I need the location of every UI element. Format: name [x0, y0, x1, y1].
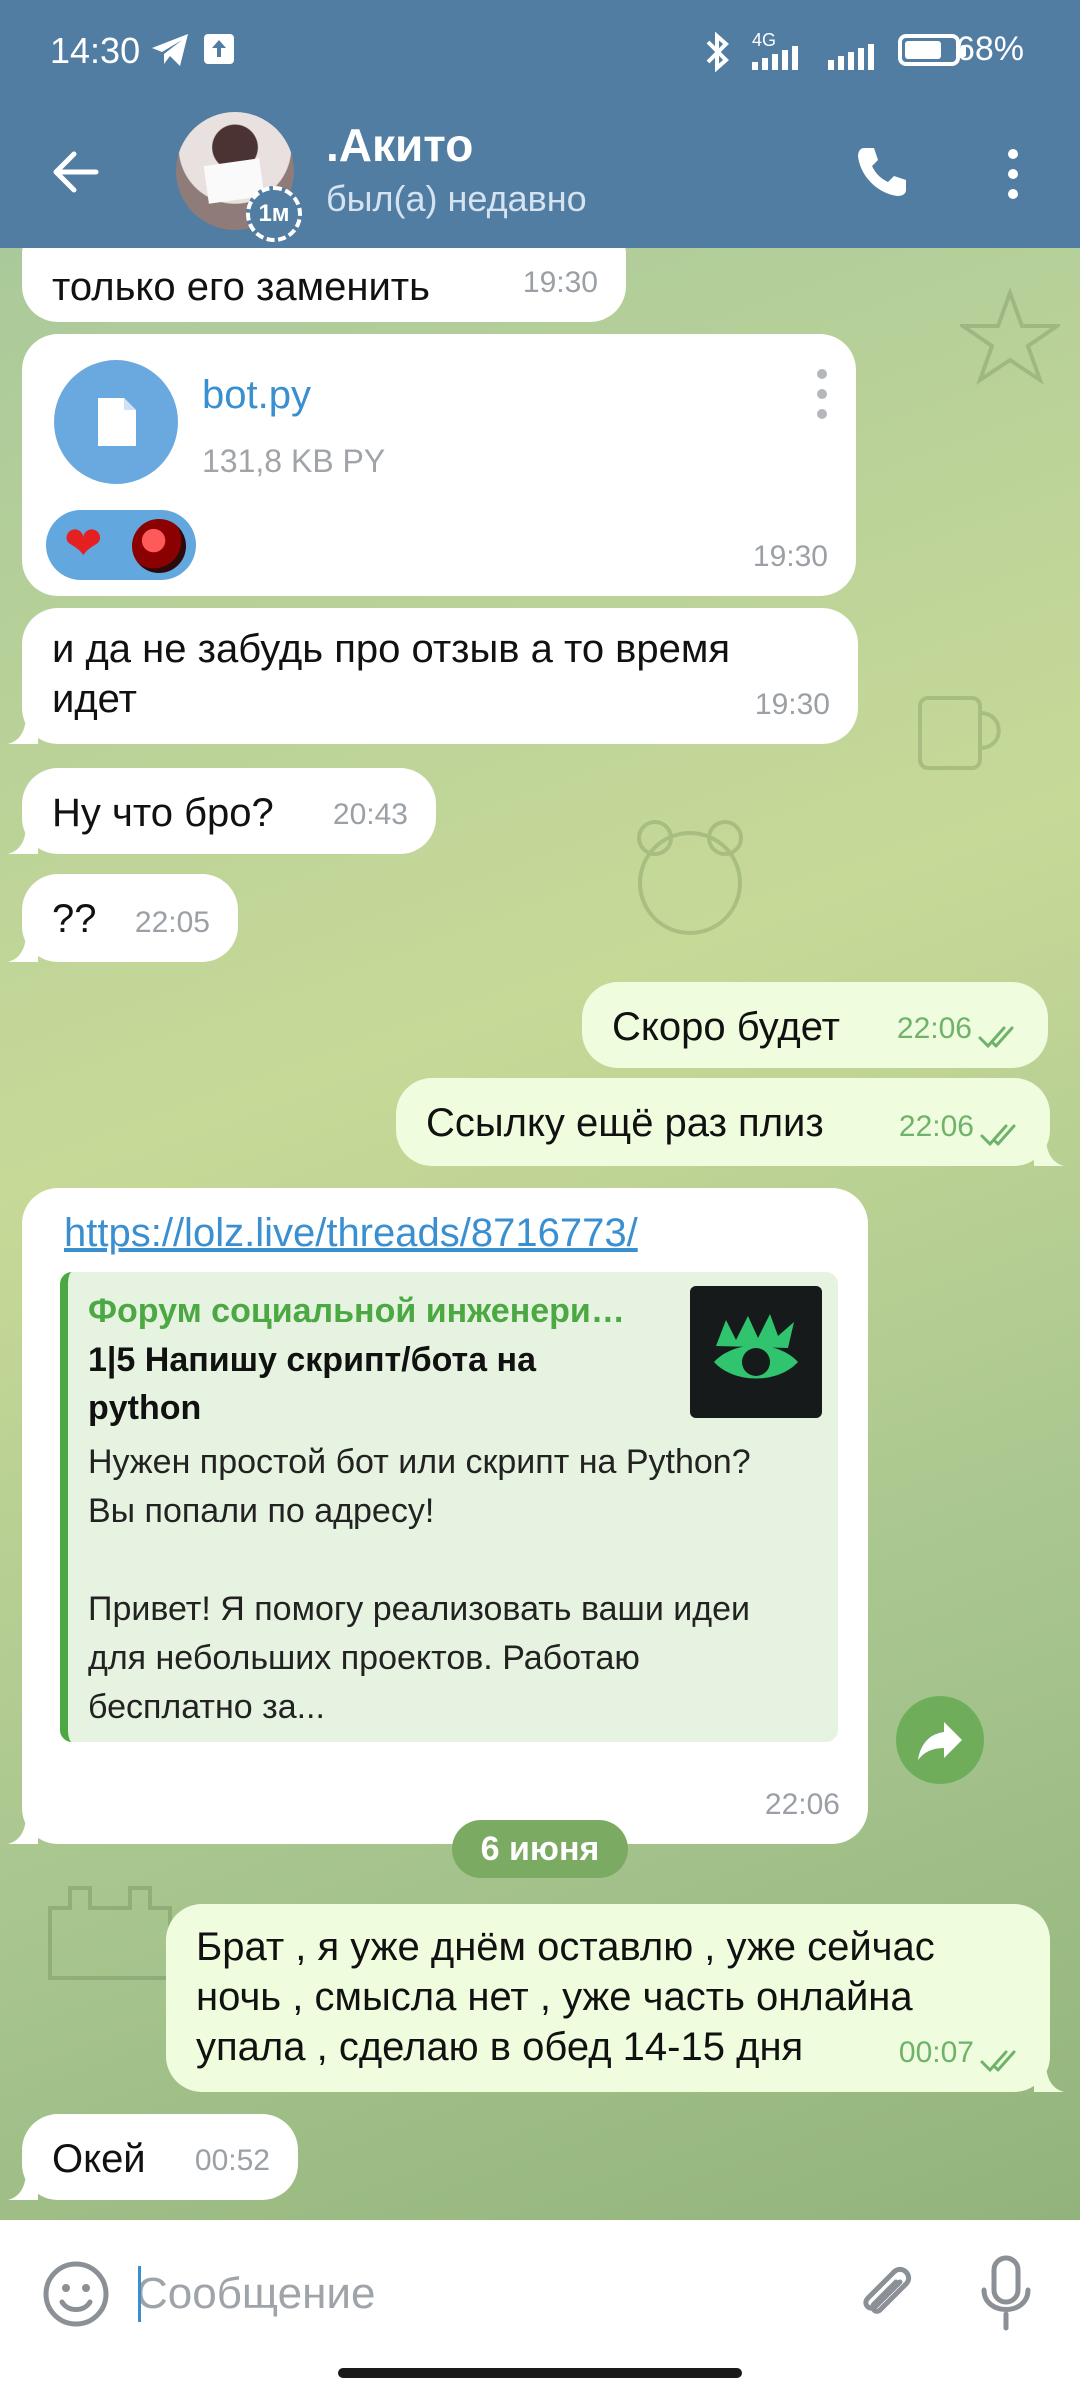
message-time: 19:30 — [522, 266, 598, 299]
read-checkmarks-icon — [980, 2050, 1016, 2073]
message-bubble-outgoing[interactable]: Скоро будет 22:06 — [582, 982, 1048, 1068]
bluetooth-icon — [706, 32, 729, 72]
date-separator: 6 июня — [452, 1820, 628, 1878]
wallpaper-star-icon — [960, 288, 1060, 385]
message-time: 22:06 — [898, 1110, 974, 1143]
top-bar: 14:30 4G 68% 1м .Акито был(а) недавно — [0, 0, 1080, 248]
signal-icon-2 — [828, 44, 874, 70]
message-input[interactable] — [136, 2246, 816, 2342]
bubble-tail — [1034, 2062, 1064, 2092]
battery-level: 68% — [955, 30, 1024, 68]
chat-area[interactable]: только его заменить 19:30 bot.py 131,8 K… — [0, 248, 1080, 2220]
message-time: 22:05 — [134, 906, 210, 939]
more-vertical-icon[interactable] — [810, 364, 834, 424]
read-checkmarks-icon — [980, 1124, 1016, 1147]
eye-logo-icon — [714, 1314, 798, 1379]
attach-icon[interactable] — [850, 2258, 922, 2330]
bubble-tail — [8, 714, 38, 744]
message-bubble[interactable]: только его заменить 19:30 — [22, 248, 626, 322]
heart-reaction: ❤ — [64, 517, 103, 569]
file-name[interactable]: bot.py — [202, 370, 311, 420]
message-time: 19:30 — [752, 540, 828, 573]
message-input-bar — [0, 2220, 1080, 2400]
message-bubble-outgoing[interactable]: Брат , я уже днём оставлю , уже сейчас н… — [166, 1904, 1064, 2092]
message-bubble[interactable]: и да не забудь про отзыв а то время идет… — [8, 608, 858, 744]
reaction-avatar — [132, 519, 186, 573]
wallpaper-cup-icon — [918, 696, 1001, 770]
signal-icon — [752, 46, 798, 70]
home-indicator[interactable] — [338, 2368, 742, 2378]
message-time: 22:06 — [896, 1012, 972, 1045]
bubble-tail — [8, 2170, 38, 2200]
message-bubble[interactable]: Ну что бро? 20:43 — [8, 768, 436, 854]
phone-icon[interactable] — [850, 140, 914, 204]
reaction-chip[interactable]: ❤ — [46, 510, 196, 580]
message-time: 00:07 — [898, 2036, 974, 2069]
message-time: 00:52 — [194, 2144, 270, 2177]
message-text: только его заменить — [52, 265, 430, 309]
message-time: 22:06 — [764, 1788, 840, 1821]
file-icon — [98, 398, 136, 446]
link-preview[interactable]: Форум социальной инженери… 1|5 Напишу ск… — [60, 1272, 838, 1742]
preview-description: Нужен простой бот или скрипт на Python? … — [88, 1443, 751, 1726]
telegram-icon — [152, 34, 188, 66]
mic-icon[interactable] — [976, 2254, 1036, 2334]
message-text: Брат , я уже днём оставлю , уже сейчас н… — [196, 1925, 935, 2069]
battery-icon — [898, 34, 966, 66]
upload-icon — [204, 34, 234, 64]
chat-status: был(а) недавно — [326, 178, 587, 219]
message-time: 19:30 — [754, 688, 830, 721]
message-text: и да не забудь про отзыв а то время идет — [52, 627, 731, 721]
preview-thumbnail — [690, 1286, 822, 1418]
file-size: 131,8 KB PY — [202, 443, 386, 479]
more-vertical-icon[interactable] — [990, 142, 1036, 206]
chat-title[interactable]: .Акито — [326, 118, 473, 172]
message-bubble-outgoing[interactable]: Ссылку ещё раз плиз 22:06 — [396, 1078, 1064, 1166]
status-bar: 14:30 4G 68% — [0, 0, 1080, 100]
wallpaper-castle-icon — [48, 1886, 172, 1980]
story-badge: 1м — [246, 186, 302, 242]
read-checkmarks-icon — [978, 1026, 1014, 1049]
bubble-tail — [8, 824, 38, 854]
link-message[interactable]: https://lolz.live/threads/8716773/ Форум… — [8, 1188, 868, 1844]
emoji-icon[interactable] — [40, 2258, 112, 2330]
bubble-tail — [8, 932, 38, 962]
preview-site-name: Форум социальной инженери… — [88, 1292, 625, 1330]
wallpaper-bear-icon — [637, 820, 743, 935]
text-caret — [138, 2266, 141, 2322]
bubble-tail — [1034, 1136, 1064, 1166]
back-arrow-icon[interactable] — [44, 140, 108, 204]
file-message[interactable]: bot.py 131,8 KB PY ❤ 19:30 — [22, 334, 856, 596]
chat-header: 1м .Акито был(а) недавно — [0, 100, 1080, 248]
message-bubble[interactable]: Окей 00:52 — [8, 2114, 298, 2200]
preview-title: 1|5 Напишу скрипт/бота на python — [88, 1341, 536, 1427]
file-download-button[interactable] — [54, 360, 178, 484]
bubble-tail — [8, 1814, 38, 1844]
share-icon — [918, 1722, 962, 1760]
message-bubble[interactable]: ?? 22:05 — [8, 874, 238, 962]
share-button[interactable] — [896, 1696, 984, 1784]
message-time: 20:43 — [332, 798, 408, 831]
message-link[interactable]: https://lolz.live/threads/8716773/ — [64, 1208, 638, 1258]
status-time: 14:30 — [50, 30, 141, 71]
